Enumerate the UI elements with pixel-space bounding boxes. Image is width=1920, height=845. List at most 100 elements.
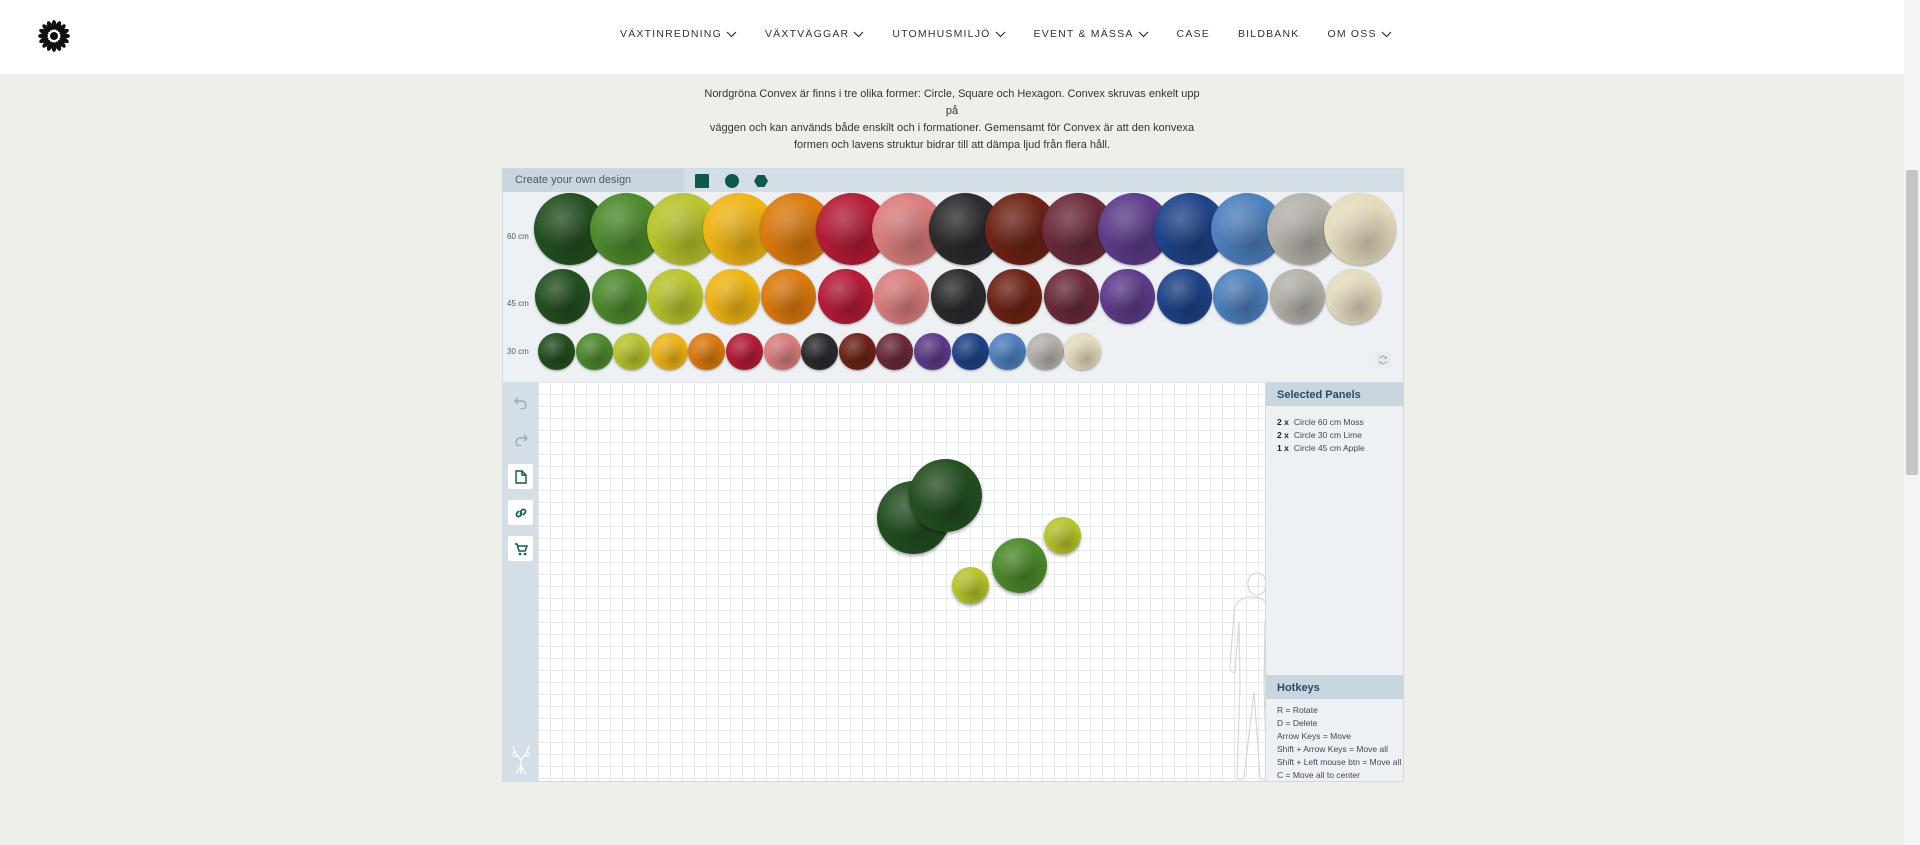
color-swatch[interactable]: [1326, 269, 1381, 324]
intro-line: väggen och kan används både enskilt och …: [709, 122, 1195, 134]
designer-top-bar: Create your own design: [503, 169, 1403, 192]
chevron-down-icon: [853, 31, 864, 37]
color-swatch[interactable]: [1026, 333, 1064, 370]
color-swatch[interactable]: [726, 333, 763, 370]
chevron-down-icon: [1138, 31, 1148, 37]
nav-item-label: EVENT & MÄSSA: [1033, 28, 1134, 40]
color-swatch[interactable]: [1043, 269, 1099, 324]
deer-emblem-icon: [511, 745, 531, 775]
shape-hexagon-button[interactable]: [754, 174, 768, 188]
nav-item-label: VÄXTVÄGGAR: [764, 28, 850, 40]
color-swatch[interactable]: [613, 333, 651, 370]
color-swatch[interactable]: [876, 333, 914, 370]
nav-item-label: CASE: [1176, 28, 1210, 40]
nav-item-4[interactable]: CASE: [1177, 28, 1210, 40]
main-menu: VÄXTINREDNING VÄXTVÄGGAR UTOMHUSMILJÖ EVENT…: [620, 28, 1420, 40]
document-icon: [514, 469, 527, 484]
nordgrona-logo-icon[interactable]: [37, 19, 71, 53]
designer-title: Create your own design: [515, 174, 632, 186]
size-label: 45 cm: [507, 299, 529, 308]
scrollbar-track[interactable]: [1904, 0, 1920, 845]
placed-panel[interactable]: [908, 458, 982, 532]
shape-square-button[interactable]: [695, 174, 709, 188]
color-swatch[interactable]: [914, 333, 951, 370]
hotkey-item: Shift + Left mouse btn = Move all: [1277, 757, 1402, 767]
designer-toolbar: [503, 382, 538, 781]
placed-panel[interactable]: [991, 537, 1047, 593]
color-swatch[interactable]: [1213, 269, 1268, 324]
nav-item-0[interactable]: VÄXTINREDNING: [620, 28, 737, 40]
designer-title-tab: Create your own design: [503, 169, 684, 192]
redo-icon: [514, 434, 528, 446]
color-swatch[interactable]: [1064, 333, 1102, 370]
intro-line: formen och lavens struktur bidrar till a…: [793, 139, 1111, 151]
color-swatch[interactable]: [763, 333, 801, 370]
selected-panel-row: 1 x Circle 45 cm Apple: [1277, 443, 1365, 453]
color-swatch[interactable]: [1269, 269, 1325, 324]
add-to-cart-button[interactable]: [508, 536, 533, 561]
color-swatch[interactable]: [987, 269, 1042, 324]
color-swatch[interactable]: [591, 269, 647, 324]
hotkey-item: Shift + Arrow Keys = Move all: [1277, 744, 1389, 754]
hotkey-item: D = Delete: [1277, 718, 1318, 728]
nav-item-label: BILDBANK: [1237, 28, 1300, 40]
chevron-down-icon: [995, 31, 1005, 37]
link-icon: [515, 508, 526, 517]
nav-item-label: OM OSS: [1327, 28, 1377, 40]
placed-panel[interactable]: [951, 566, 989, 604]
color-swatch[interactable]: [1100, 269, 1155, 324]
color-swatch[interactable]: [761, 269, 816, 324]
color-swatch[interactable]: [817, 269, 873, 324]
color-swatch[interactable]: [538, 333, 575, 370]
intro-line: Nordgröna Convex är finns i tre olika fo…: [704, 88, 1200, 117]
color-swatch[interactable]: [838, 333, 876, 370]
intro-text: Nordgröna Convex är finns i tre olika fo…: [700, 86, 1204, 154]
size-label: 30 cm: [507, 347, 529, 356]
nav-item-label: VÄXTINREDNING: [620, 28, 722, 40]
color-swatch[interactable]: [648, 269, 703, 324]
size-label: 60 cm: [507, 232, 529, 241]
color-swatch[interactable]: [801, 333, 839, 370]
nav-item-6[interactable]: OM OSS: [1328, 28, 1392, 40]
color-swatch[interactable]: [704, 269, 760, 324]
export-document-button[interactable]: [508, 464, 533, 489]
undo-button[interactable]: [508, 389, 533, 414]
selected-panels-sidebar: Selected Panels 2 x Circle 60 cm Moss 2 x…: [1265, 382, 1404, 781]
nav-item-3[interactable]: EVENT & MÄSSA: [1034, 28, 1149, 40]
chevron-down-icon: [726, 31, 737, 37]
hotkey-item: C = Move all to center: [1277, 770, 1360, 780]
color-swatch[interactable]: [688, 333, 726, 370]
color-swatch[interactable]: [1156, 269, 1212, 324]
selected-panel-row: 2 x Circle 30 cm Lime: [1277, 430, 1362, 440]
nav-item-label: UTOMHUSMILJÖ: [892, 28, 991, 40]
color-swatch[interactable]: [650, 333, 688, 370]
panel-designer: Create your own design 60 cm 45 cm 30 cm: [502, 168, 1404, 782]
refresh-icon[interactable]: [1375, 352, 1391, 368]
cart-icon: [514, 542, 528, 555]
hotkeys-title: Hotkeys: [1266, 675, 1404, 699]
color-swatch[interactable]: [575, 333, 613, 370]
undo-icon: [513, 397, 527, 409]
top-navigation: VÄXTINREDNING VÄXTVÄGGAR UTOMHUSMILJÖ EVENT…: [0, 0, 1904, 74]
shape-circle-button[interactable]: [725, 174, 739, 188]
color-swatch[interactable]: [874, 269, 929, 324]
color-swatch[interactable]: [989, 333, 1027, 370]
nav-item-1[interactable]: VÄXTVÄGGAR: [765, 28, 864, 40]
color-swatch[interactable]: [951, 333, 989, 370]
selected-panels-title: Selected Panels: [1266, 382, 1404, 406]
design-canvas[interactable]: [538, 382, 1267, 781]
color-swatch[interactable]: [930, 269, 986, 324]
hotkey-item: R = Rotate: [1277, 705, 1318, 715]
hotkey-item: Arrow Keys = Move: [1277, 731, 1351, 741]
nav-item-5[interactable]: BILDBANK: [1238, 28, 1300, 40]
redo-button[interactable]: [508, 426, 533, 451]
color-size-palette: 60 cm 45 cm 30 cm: [503, 192, 1403, 372]
placed-panel[interactable]: [1043, 516, 1081, 554]
selected-panel-row: 2 x Circle 60 cm Moss: [1277, 417, 1364, 427]
scrollbar-thumb[interactable]: [1906, 170, 1918, 475]
share-link-button[interactable]: [508, 500, 533, 525]
nav-item-2[interactable]: UTOMHUSMILJÖ: [892, 28, 1005, 40]
color-swatch[interactable]: [535, 269, 590, 324]
person-scale-silhouette-icon: [1229, 572, 1267, 781]
color-swatch[interactable]: [1323, 193, 1396, 265]
